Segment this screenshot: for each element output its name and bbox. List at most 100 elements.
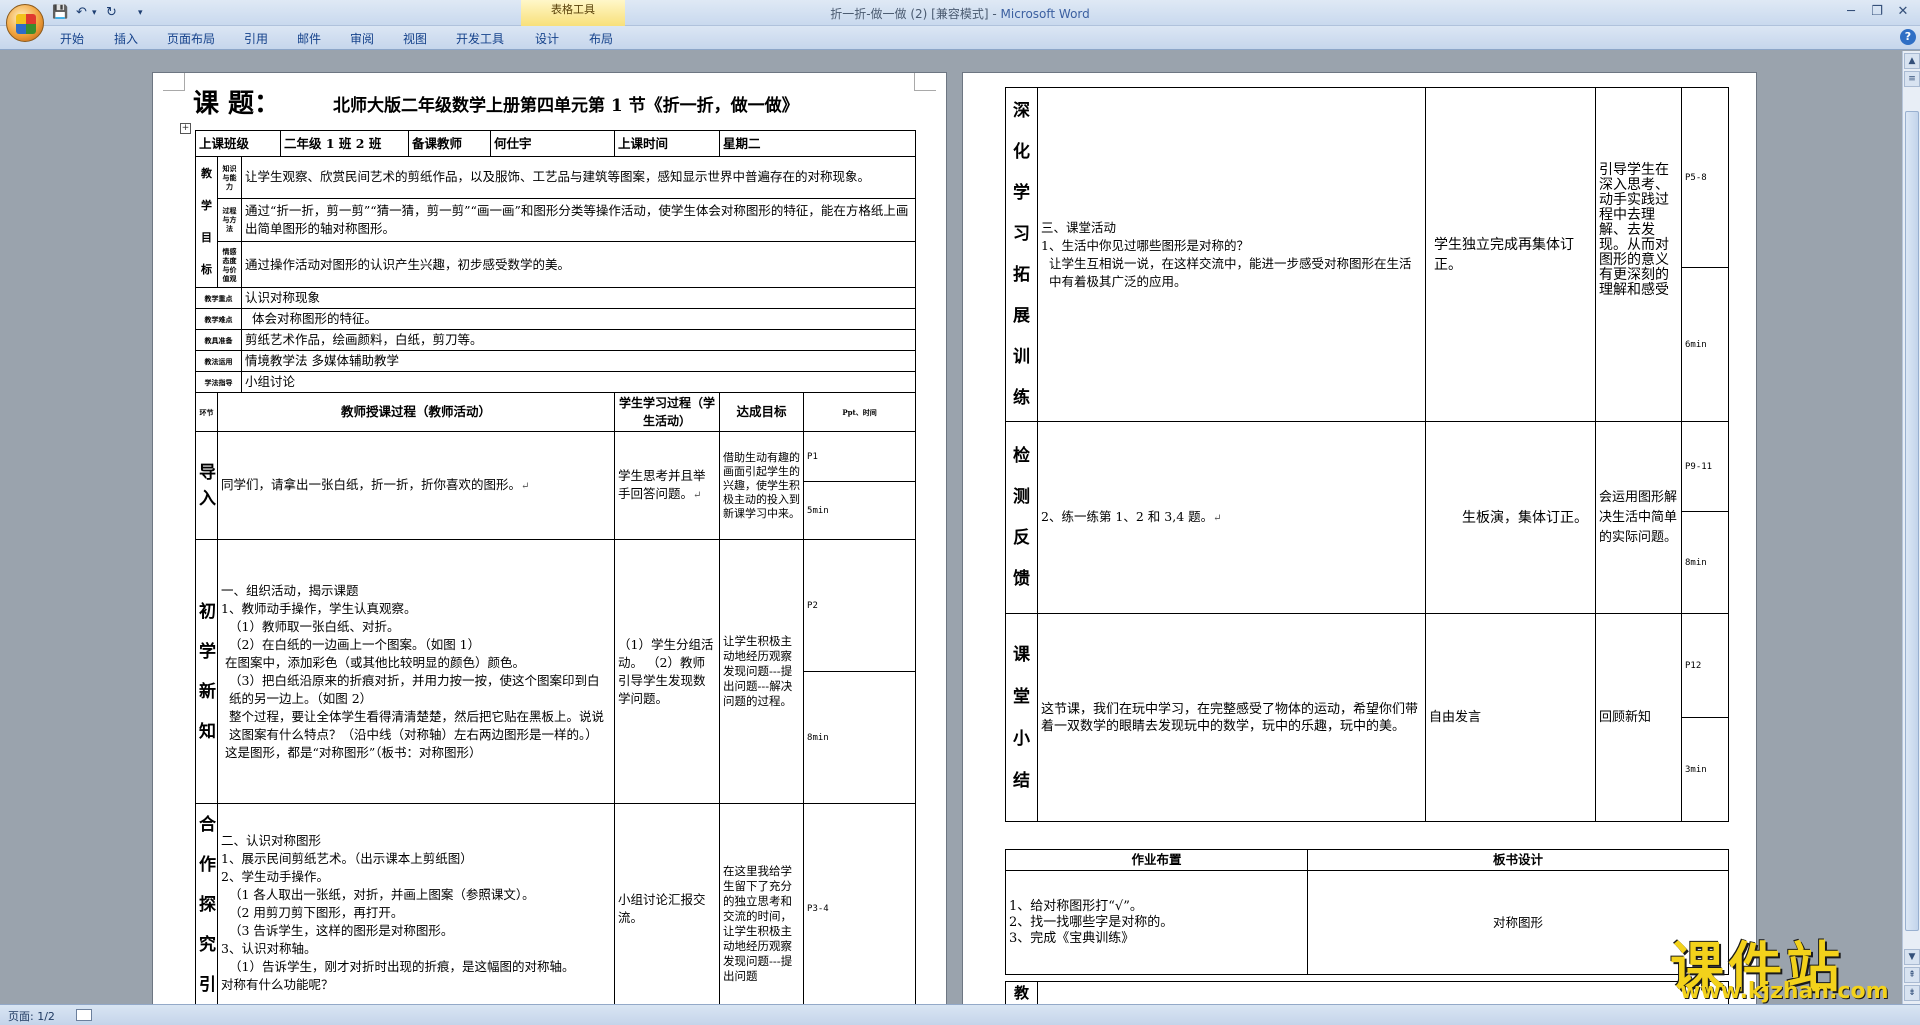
- goal-text[interactable]: 通过“折一折，剪一剪”“猜一猜，剪一剪”“画一画”和图形分类等操作活动，使学生体…: [240, 197, 917, 243]
- student-activity[interactable]: 学生独立完成再集体订正。: [1425, 87, 1596, 422]
- time-cell[interactable]: 6min: [1681, 267, 1729, 422]
- row-text[interactable]: 小组讨论: [240, 371, 917, 393]
- teacher-activity[interactable]: 二、认识对称图形 1、展示民间剪纸艺术。（出示课本上剪纸图） 2、学生动手操作。…: [216, 803, 616, 1004]
- tab-mailings[interactable]: 邮件: [297, 30, 321, 47]
- student-activity[interactable]: 自由发言: [1425, 613, 1596, 822]
- section-name: 检测反馈: [1005, 421, 1038, 614]
- bottom-section-label: 教学: [1005, 981, 1038, 1004]
- col-student-header: 学生学习过程（学生活动）: [614, 392, 721, 432]
- tab-layout[interactable]: 页面布局: [167, 30, 215, 47]
- ppt-cell[interactable]: P3-4: [803, 803, 917, 1004]
- goal-cell[interactable]: 回顾新知: [1595, 613, 1682, 822]
- goal-cell[interactable]: 让学生积极主动地经历观察发现问题---提出问题---解决问题的过程。: [719, 539, 805, 804]
- teacher-activity[interactable]: 2、练一练第 1、2 和 3,4 题。↵: [1037, 421, 1426, 614]
- tab-design[interactable]: 设计: [535, 30, 559, 47]
- goal-cell[interactable]: 会运用图形解决生活中简单的实际问题。: [1595, 421, 1682, 614]
- time-cell[interactable]: 5min: [803, 481, 917, 540]
- vertical-scrollbar[interactable]: ▲ ≡ ▼ ⇞ ⇟: [1902, 51, 1920, 1004]
- student-activity[interactable]: 学生思考并且举手回答问题。↵: [614, 431, 721, 540]
- ppt-cell[interactable]: P2: [803, 539, 917, 672]
- col-stage-header: 环节: [195, 392, 218, 432]
- section-name: 深化学习拓展训练: [1005, 87, 1038, 422]
- goals-label: 教学目标: [195, 156, 218, 288]
- title-bar: 💾 ↶ ▾ ↻ ▾ 表格工具 折一折-做一做 (2) [兼容模式] - Micr…: [0, 0, 1920, 42]
- teacher-activity[interactable]: 三、课堂活动 1、生活中你见过哪些图形是对称的？ 让学生互相说一说，在这样交流中…: [1037, 87, 1426, 422]
- ppt-cell[interactable]: P9-11: [1681, 421, 1729, 512]
- goal-label: 过程与方法: [217, 197, 242, 243]
- ppt-cell[interactable]: P5-8: [1681, 87, 1729, 268]
- text-line: （2 用剪刀剪下图形，再打开。: [229, 905, 404, 920]
- time-cell[interactable]: 8min: [1681, 511, 1729, 614]
- goal-cell[interactable]: 引导学生在深入思考、动手实践过程中去理解、去发现。从而对图形的意义有更深刻的理解…: [1595, 87, 1682, 422]
- teacher-activity[interactable]: 这节课，我们在玩中学习，在完整感受了物体的运动，希望你们带着一双数学的眼睛去发现…: [1037, 613, 1426, 822]
- row-label: 教学重点: [195, 287, 242, 309]
- homework-board-table[interactable]: 作业布置 板书设计 1、给对称图形打“√”。 2、找一找哪些字是对称的。 3、完…: [1005, 849, 1729, 975]
- row-text[interactable]: 认识对称现象: [240, 287, 917, 309]
- student-activity[interactable]: （1）学生分组活动。 （2）教师引导学生发现数学问题。: [614, 539, 721, 804]
- scroll-thumb[interactable]: [1905, 111, 1919, 931]
- row-text[interactable]: 剪纸艺术作品，绘画颜料，白纸，剪刀等。: [240, 329, 917, 351]
- document-area[interactable]: 课 题： 北师大版二年级数学上册第四单元第 1 节《折一折，做一做》 + 上课班…: [0, 51, 1902, 1004]
- close-icon[interactable]: ✕: [1890, 3, 1916, 21]
- student-activity[interactable]: 生板演，集体订正。: [1425, 421, 1596, 614]
- proofing-icon[interactable]: [76, 1009, 92, 1021]
- ppt-cell[interactable]: P1: [803, 431, 917, 482]
- page-count[interactable]: 页面: 1/2: [8, 1008, 55, 1024]
- table-move-handle-icon[interactable]: +: [180, 123, 191, 134]
- page-2[interactable]: 深化学习拓展训练 三、课堂活动 1、生活中你见过哪些图形是对称的？ 让学生互相说…: [962, 72, 1757, 1004]
- homework-item: 2、找一找哪些字是对称的。: [1009, 914, 1174, 930]
- row-text[interactable]: 体会对称图形的特征。: [240, 308, 917, 330]
- text-line: 3、认识对称轴。: [221, 941, 317, 956]
- text-line: 在图案中，添加彩色（或其他比较明显的颜色）颜色。: [225, 654, 526, 670]
- row-label: 教法运用: [195, 350, 242, 372]
- text-line: （3）把白纸沿原来的折痕对折，并用力按一按，使这个图案印到白纸的另一边上。（如图…: [229, 672, 600, 706]
- time-value[interactable]: 星期二: [719, 130, 917, 157]
- section-name: 合作探究引: [195, 803, 218, 1004]
- homework-label: 作业布置: [1005, 849, 1308, 871]
- help-icon[interactable]: ?: [1900, 29, 1916, 45]
- scroll-up-icon[interactable]: ▲: [1904, 53, 1920, 69]
- teacher-activity[interactable]: 同学们，请拿出一张白纸，折一折，折你喜欢的图形。↵: [216, 431, 616, 540]
- teacher-value[interactable]: 何仕宇: [490, 130, 616, 157]
- time-cell[interactable]: 3min: [1681, 717, 1729, 822]
- goal-label: 情感态度与价值观: [217, 241, 242, 288]
- teacher-activity[interactable]: 一、组织活动，揭示课题 1、教师动手操作，学生认真观察。 （1）教师取一张白纸、…: [216, 539, 616, 804]
- class-value[interactable]: 二年级 1 班 2 班: [280, 130, 410, 157]
- tab-developer[interactable]: 开发工具: [456, 30, 504, 47]
- tab-table-layout[interactable]: 布局: [589, 30, 613, 47]
- homework-list[interactable]: 1、给对称图形打“√”。 2、找一找哪些字是对称的。 3、完成《宝典训练》: [1005, 870, 1308, 975]
- restore-icon[interactable]: ❐: [1864, 3, 1890, 21]
- text-line: 这是图形，都是“对称图形”（板书：对称图形）: [225, 744, 482, 760]
- tab-view[interactable]: 视图: [403, 30, 427, 47]
- tab-insert[interactable]: 插入: [114, 30, 138, 47]
- goal-cell[interactable]: 在这里我给学生留下了充分的独立思考和交流的时间，让学生积极主动地经历观察发现问题…: [719, 803, 805, 1004]
- homework-item: 3、完成《宝典训练》: [1009, 930, 1135, 946]
- time-cell[interactable]: 8min: [803, 671, 917, 804]
- page-1[interactable]: 课 题： 北师大版二年级数学上册第四单元第 1 节《折一折，做一做》 + 上课班…: [152, 72, 947, 1004]
- text-line: （1）告诉学生，刚才对折时出现的折痕，是这幅图的对称轴。: [229, 959, 575, 974]
- board-label: 板书设计: [1307, 849, 1729, 871]
- board-content[interactable]: 对称图形: [1307, 870, 1729, 975]
- teacher-label: 备课教师: [408, 130, 492, 157]
- watermark-logo: 课件站 www.kjzhan.com: [1670, 923, 1910, 1004]
- goal-cell[interactable]: 借助生动有趣的画面引起学生的兴趣，使学生积极主动的投入到新课学习中来。: [719, 431, 805, 540]
- row-text[interactable]: 情境教学法 多媒体辅助教学: [240, 350, 917, 372]
- tab-references[interactable]: 引用: [244, 30, 268, 47]
- goal-text[interactable]: 让学生观察、欣赏民间艺术的剪纸作品，以及服饰、工艺品与建筑等图案，感知显示世界中…: [240, 156, 917, 199]
- app-name: Microsoft Word: [1000, 7, 1090, 21]
- document-title: 折一折-做一做 (2) [兼容模式] -: [830, 7, 1001, 21]
- tab-home[interactable]: 开始: [60, 30, 84, 47]
- ppt-cell[interactable]: P12: [1681, 613, 1729, 718]
- bottom-table[interactable]: 教学: [1005, 981, 1729, 1004]
- ruler-toggle-icon[interactable]: ≡: [1904, 71, 1920, 87]
- minimize-icon[interactable]: ─: [1838, 3, 1864, 21]
- ribbon-tabs: 开始 插入 页面布局 引用 邮件 审阅 视图 开发工具 设计 布局: [0, 26, 1920, 50]
- tab-review[interactable]: 审阅: [350, 30, 374, 47]
- student-activity[interactable]: 小组讨论汇报交流。: [614, 803, 721, 1004]
- goal-text[interactable]: 通过操作活动对图形的认识产生兴趣，初步感受数学的美。: [240, 241, 917, 288]
- office-button[interactable]: [6, 4, 44, 42]
- section-name: 导入: [195, 431, 218, 540]
- lesson-plan-table-continued[interactable]: 深化学习拓展训练 三、课堂活动 1、生活中你见过哪些图形是对称的？ 让学生互相说…: [1005, 87, 1729, 822]
- lesson-plan-table[interactable]: 上课班级 二年级 1 班 2 班 备课教师 何仕宇 上课时间 星期二 教学目标 …: [194, 130, 917, 1004]
- bottom-content[interactable]: [1037, 981, 1729, 1004]
